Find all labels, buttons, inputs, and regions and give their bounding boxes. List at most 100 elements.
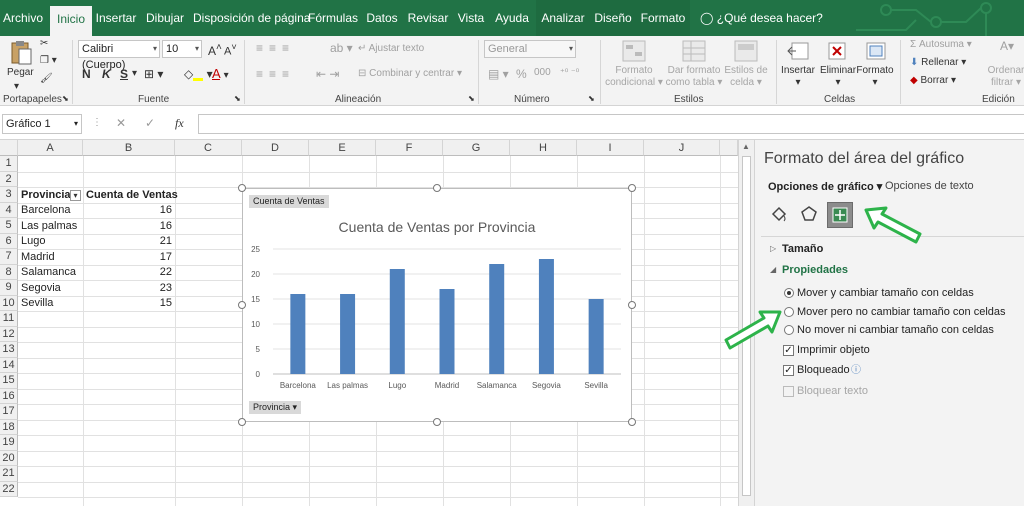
cut-icon[interactable]: ✂ (40, 38, 48, 49)
row-header[interactable]: 6 (0, 233, 18, 249)
column-header-a[interactable]: A (18, 140, 83, 156)
tab-text-options[interactable]: Opciones de texto (885, 180, 974, 192)
format-as-table-button[interactable]: Dar formato como tabla ▾ (664, 65, 724, 89)
dialog-launcher-icon[interactable]: ⬊ (234, 94, 241, 103)
row-header[interactable]: 14 (0, 357, 18, 373)
resize-handle[interactable] (433, 184, 441, 192)
grow-font-icon[interactable]: A˄ (208, 42, 222, 58)
fill-button[interactable]: ⬇ Rellenar ▾ (910, 57, 966, 68)
fill-line-icon[interactable] (769, 204, 789, 224)
tab-archivo[interactable]: Archivo (0, 0, 46, 36)
row-header[interactable]: 9 (0, 280, 18, 296)
bar[interactable] (439, 289, 455, 374)
tab-dibujar[interactable]: Dibujar (142, 0, 188, 36)
format-painter-icon[interactable]: 🖌 (40, 73, 53, 84)
font-color-icon[interactable]: A ▾ (212, 66, 229, 81)
bar[interactable] (489, 264, 505, 374)
column-header-f[interactable]: F (376, 140, 443, 156)
row-header[interactable]: 13 (0, 342, 18, 358)
row-header[interactable]: 10 (0, 295, 18, 311)
checkbox-print-object[interactable]: ✓ (783, 345, 794, 356)
checkbox-lock-text-label[interactable]: Bloquear texto (797, 385, 868, 397)
pivot-chart[interactable]: Cuenta de Ventas Provincia ▾ Cuenta de V… (242, 188, 632, 422)
column-header-k[interactable] (720, 140, 738, 156)
borders-icon[interactable]: ⊞ ▾ (144, 67, 163, 81)
column-header-e[interactable]: E (309, 140, 376, 156)
italic-button[interactable]: K (102, 67, 111, 81)
tab-datos[interactable]: Datos (363, 0, 401, 36)
underline-button[interactable]: S (120, 67, 128, 81)
resize-handle[interactable] (628, 184, 636, 192)
insert-function-icon[interactable]: fx (175, 116, 184, 131)
row-header[interactable]: 3 (0, 187, 18, 203)
tab-disposicion[interactable]: Disposición de página (193, 0, 310, 36)
column-header-h[interactable]: H (510, 140, 577, 156)
resize-handle[interactable] (238, 301, 246, 309)
thousands-icon[interactable]: 000 (534, 67, 551, 78)
table-cell[interactable]: 17 (86, 250, 172, 265)
font-size-combo[interactable]: 10 ▾ (162, 40, 202, 58)
table-cell[interactable]: Las palmas (21, 219, 77, 234)
bar[interactable] (538, 259, 554, 374)
currency-icon[interactable]: ▤ ▾ (488, 67, 509, 81)
tell-me-search[interactable]: ◯ ¿Qué desea hacer? (700, 0, 823, 36)
row-header[interactable]: 20 (0, 450, 18, 466)
row-header[interactable]: 4 (0, 202, 18, 218)
tab-ayuda[interactable]: Ayuda (492, 0, 532, 36)
number-format-combo[interactable]: General ▾ (484, 40, 576, 58)
section-size[interactable]: Tamaño (782, 243, 823, 255)
resize-handle[interactable] (628, 301, 636, 309)
fill-color-icon[interactable]: ◇ ▾ (184, 67, 213, 81)
table-cell[interactable]: Segovia (21, 281, 61, 296)
tab-revisar[interactable]: Revisar (405, 0, 451, 36)
wrap-text-button[interactable]: ↵ Ajustar texto (358, 43, 424, 54)
table-cell[interactable]: Madrid (21, 250, 55, 265)
format-cells-button[interactable]: Formato ▾ (856, 65, 894, 89)
table-cell[interactable]: 23 (86, 281, 172, 296)
enter-icon[interactable]: ✓ (145, 116, 155, 130)
row-header[interactable]: 19 (0, 435, 18, 451)
section-properties[interactable]: Propiedades (782, 264, 848, 276)
table-cell[interactable]: 22 (86, 265, 172, 280)
row-header[interactable]: 21 (0, 466, 18, 482)
select-all-corner[interactable] (0, 140, 18, 156)
table-cell[interactable]: 21 (86, 234, 172, 249)
font-name-combo[interactable]: Calibri (Cuerpo) ▾ (78, 40, 160, 71)
table-cell[interactable]: Lugo (21, 234, 45, 249)
bar[interactable] (588, 299, 604, 374)
scroll-up-icon[interactable]: ▲ (742, 142, 750, 151)
insert-cells-button[interactable]: Insertar ▾ (780, 65, 816, 89)
cancel-icon[interactable]: ✕ (116, 116, 126, 130)
radio-move-nosize[interactable] (784, 307, 794, 317)
decimal-icons[interactable]: ⁺⁰ ⁻⁰ (560, 67, 579, 78)
conditional-format-button[interactable]: Formato condicional ▾ (604, 65, 664, 89)
tab-chart-options[interactable]: Opciones de gráfico ▾ (768, 180, 882, 193)
horizontal-align-icons[interactable]: ≡≡≡ (256, 67, 295, 81)
radio-move-size-label[interactable]: Mover y cambiar tamaño con celdas (797, 287, 974, 299)
underline-dropdown-icon[interactable]: ▾ (132, 68, 137, 79)
row-header[interactable]: 18 (0, 419, 18, 435)
row-header[interactable]: 1 (0, 156, 18, 172)
orientation-icon[interactable]: ab ▾ (330, 41, 353, 55)
tab-formulas[interactable]: Fórmulas (306, 0, 360, 36)
name-box[interactable]: Gráfico 1 ▾ (2, 114, 82, 134)
autosum-button[interactable]: Σ Autosuma ▾ (910, 39, 972, 50)
filter-dropdown-icon[interactable]: ▾ (70, 190, 81, 201)
table-cell[interactable]: 16 (86, 219, 172, 234)
column-header-b[interactable]: B (83, 140, 175, 156)
row-header[interactable]: 17 (0, 404, 18, 420)
merge-center-button[interactable]: ⊟ Combinar y centrar ▾ (358, 68, 462, 79)
copy-icon[interactable]: ❐ ▾ (40, 55, 57, 66)
expand-caret-icon[interactable]: ▷ (770, 244, 776, 253)
table-cell[interactable]: Sevilla (21, 296, 53, 311)
row-header[interactable]: 16 (0, 388, 18, 404)
tab-analizar[interactable]: Analizar (536, 0, 590, 36)
resize-handle[interactable] (628, 418, 636, 426)
sort-filter-button[interactable]: Ordenar filtrar ▾ (986, 65, 1024, 89)
table-cell[interactable]: Barcelona (21, 203, 71, 218)
row-header[interactable]: 2 (0, 171, 18, 187)
radio-move-nosize-label[interactable]: Mover pero no cambiar tamaño con celdas (797, 306, 1006, 318)
checkbox-locked-label[interactable]: Bloqueado (797, 364, 850, 376)
column-header-g[interactable]: G (443, 140, 510, 156)
row-header[interactable]: 22 (0, 481, 18, 497)
